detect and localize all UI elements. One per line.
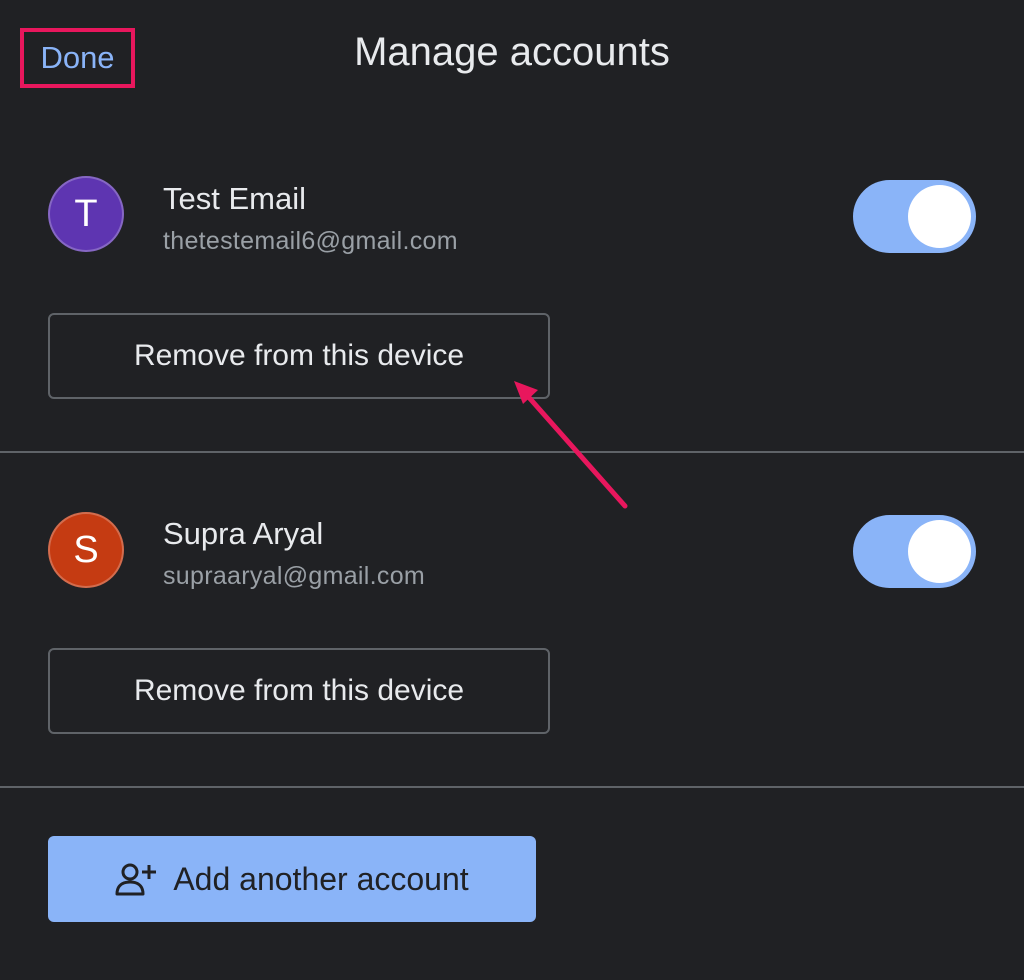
- account-name: Test Email: [163, 181, 306, 216]
- account-toggle[interactable]: [853, 515, 976, 588]
- add-account-label: Add another account: [173, 860, 469, 897]
- remove-from-device-button[interactable]: Remove from this device: [48, 648, 550, 734]
- account-name: Supra Aryal: [163, 516, 324, 551]
- account-email: supraaryal@gmail.com: [163, 562, 426, 590]
- divider: [0, 786, 1024, 788]
- toggle-knob: [908, 185, 971, 248]
- account-toggle[interactable]: [853, 180, 976, 253]
- add-another-account-button[interactable]: Add another account: [48, 836, 536, 922]
- divider: [0, 451, 1024, 453]
- remove-from-device-button[interactable]: Remove from this device: [48, 313, 550, 399]
- add-person-icon: [115, 863, 157, 896]
- account-email: thetestemail6@gmail.com: [163, 227, 458, 255]
- header: Done Manage accounts: [0, 0, 1024, 110]
- toggle-knob: [908, 520, 971, 583]
- avatar: S: [48, 512, 124, 588]
- annotation-arrow: [514, 381, 628, 509]
- page-title: Manage accounts: [354, 30, 670, 74]
- avatar: T: [48, 176, 124, 252]
